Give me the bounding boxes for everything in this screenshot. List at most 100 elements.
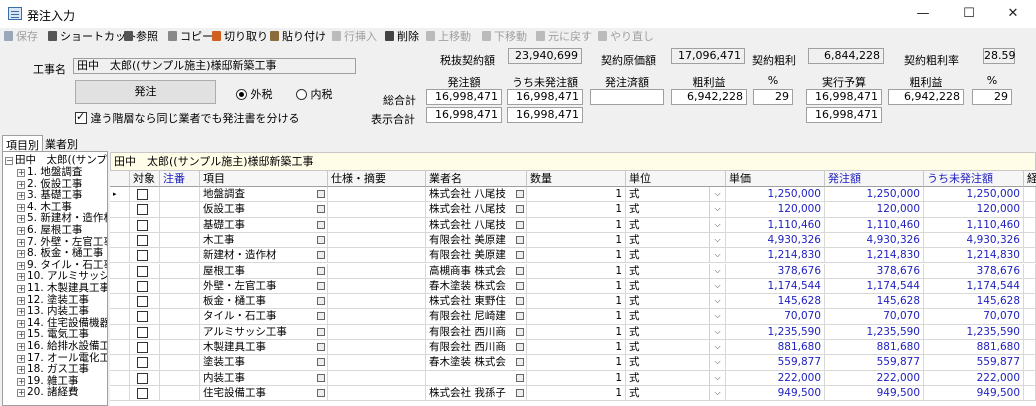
vendor-picker-icon[interactable] [516, 235, 524, 244]
target-checkbox[interactable] [137, 311, 148, 323]
vendor-cell[interactable] [426, 370, 527, 385]
unordered-cell[interactable]: 1,250,000 [924, 187, 1024, 202]
spec-cell[interactable] [328, 355, 426, 370]
item-cell[interactable]: 新建材・造作材 [200, 248, 328, 263]
spec-cell[interactable] [328, 385, 426, 401]
expand-icon[interactable]: + [17, 389, 25, 398]
target-cell[interactable] [130, 202, 160, 217]
table-row[interactable]: 木工事 有限会社 美原建 1 式 ⌵ 4,930,326 4,930,326 4,930,32… [110, 232, 1036, 249]
order-button[interactable]: 発注 [75, 80, 216, 104]
row-selector[interactable]: ▸ [110, 187, 130, 202]
price-cell[interactable]: 222,000 [726, 370, 825, 385]
table-row[interactable]: 塗装工事 春木塗装 株式会 1 式 ⌵ 559,877 559,877 559,877 [110, 355, 1036, 371]
col-extra[interactable]: 経 [1024, 171, 1036, 187]
qty-cell[interactable]: 1 [527, 340, 626, 355]
unit-cell[interactable]: 式 ⌵ [626, 202, 726, 217]
close-button[interactable]: ✕ [990, 0, 1036, 28]
table-row[interactable]: 住宅設備工事 株式会社 我孫子 1 式 ⌵ 949,500 949,500 949,500 [110, 385, 1036, 402]
tree-item[interactable]: +19. 雑工事 [17, 375, 79, 387]
target-checkbox[interactable] [137, 326, 148, 338]
table-row[interactable]: 仮設工事 株式会社 八尾技 1 式 ⌵ 120,000 120,000 120,000 [110, 202, 1036, 218]
tree-item[interactable]: +12. 塗装工事 [17, 294, 89, 306]
vendor-cell[interactable]: 有限会社 尼崎建 [426, 309, 527, 324]
category-tree[interactable]: − 田中 太郎((サンプ +1. 地盤調査 +2. 仮設工事 +3. 基礎工事 +4. … [2, 151, 108, 406]
target-cell[interactable] [130, 355, 160, 370]
table-row[interactable]: 屋根工事 高槻商事 株式会 1 式 ⌵ 378,676 378,676 378,676 [110, 263, 1036, 279]
item-cell[interactable]: 外壁・左官工事 [200, 278, 328, 294]
col-unit[interactable]: 単位 [626, 171, 726, 187]
price-cell[interactable]: 1,250,000 [726, 187, 825, 202]
expand-icon[interactable]: + [17, 238, 25, 247]
amount-cell[interactable]: 378,676 [825, 263, 924, 278]
qty-cell[interactable]: 1 [527, 309, 626, 324]
item-picker-icon[interactable] [317, 343, 325, 351]
tree-item[interactable]: +9. タイル・石工事 [17, 259, 107, 271]
vendor-picker-icon[interactable] [516, 251, 524, 260]
chevron-down-icon[interactable]: ⌵ [709, 340, 725, 355]
vendor-cell[interactable]: 有限会社 西川商 [426, 340, 527, 355]
tax-incl-radio[interactable]: 内税 [296, 86, 333, 102]
qty-cell[interactable]: 1 [527, 263, 626, 278]
insert-row-button[interactable]: 行挿入 [332, 30, 377, 44]
maximize-button[interactable]: ☐ [946, 0, 992, 28]
target-cell[interactable] [130, 187, 160, 202]
tree-item[interactable]: +20. 諸経費 [17, 386, 79, 398]
vendor-picker-icon[interactable] [516, 297, 524, 306]
item-picker-icon[interactable] [317, 358, 325, 367]
unit-cell[interactable]: 式 ⌵ [626, 294, 726, 309]
vendor-cell[interactable]: 有限会社 西川商 [426, 324, 527, 339]
table-row[interactable]: 木製建具工事 有限会社 西川商 1 式 ⌵ 881,680 881,680 881,680 [110, 340, 1036, 356]
vendor-picker-icon[interactable] [516, 388, 524, 397]
vendor-picker-icon[interactable] [516, 343, 524, 351]
item-cell[interactable]: 仮設工事 [200, 202, 328, 217]
chevron-down-icon[interactable]: ⌵ [709, 263, 725, 278]
vendor-cell[interactable]: 株式会社 八尾技 [426, 217, 527, 232]
price-cell[interactable]: 949,500 [726, 385, 825, 401]
target-checkbox[interactable] [137, 250, 148, 262]
row-selector[interactable] [110, 202, 130, 217]
amount-cell[interactable]: 222,000 [825, 370, 924, 385]
expand-icon[interactable]: + [17, 319, 25, 328]
item-cell[interactable]: 塗装工事 [200, 355, 328, 370]
spec-cell[interactable] [328, 309, 426, 324]
order-no-cell[interactable] [160, 187, 200, 202]
unordered-cell[interactable]: 881,680 [924, 340, 1024, 355]
spec-cell[interactable] [328, 248, 426, 263]
vendor-cell[interactable]: 春木塗装 株式会 [426, 278, 527, 294]
spec-cell[interactable] [328, 340, 426, 355]
target-checkbox[interactable] [137, 342, 148, 353]
spec-cell[interactable] [328, 324, 426, 339]
item-picker-icon[interactable] [317, 251, 325, 260]
amount-cell[interactable]: 559,877 [825, 355, 924, 370]
item-picker-icon[interactable] [317, 388, 325, 397]
expand-icon[interactable]: + [17, 273, 25, 282]
tree-item[interactable]: +3. 基礎工事 [17, 189, 82, 201]
vendor-picker-icon[interactable] [516, 190, 524, 198]
spec-cell[interactable] [328, 278, 426, 294]
col-price[interactable]: 単価 [726, 171, 825, 187]
amount-cell[interactable]: 1,250,000 [825, 187, 924, 202]
qty-cell[interactable]: 1 [527, 385, 626, 401]
unordered-cell[interactable]: 1,214,830 [924, 248, 1024, 263]
tree-item[interactable]: +2. 仮設工事 [17, 178, 82, 190]
item-cell[interactable]: 地盤調査 [200, 187, 328, 202]
expand-icon[interactable]: + [17, 192, 25, 201]
expand-icon[interactable]: + [17, 261, 25, 270]
item-picker-icon[interactable] [317, 235, 325, 244]
split-order-checkbox[interactable]: 違う階層なら同じ業者でも発注書を分ける [75, 110, 300, 126]
copy-button[interactable]: コピー [168, 30, 213, 44]
vendor-picker-icon[interactable] [516, 312, 524, 321]
expand-icon[interactable]: + [17, 203, 25, 212]
vendor-cell[interactable]: 有限会社 美原建 [426, 248, 527, 263]
unordered-cell[interactable]: 70,070 [924, 309, 1024, 324]
item-cell[interactable]: タイル・石工事 [200, 309, 328, 324]
tree-item[interactable]: +8. 板金・樋工事 [17, 247, 103, 259]
order-no-cell[interactable] [160, 324, 200, 339]
target-checkbox[interactable] [137, 234, 148, 246]
expand-icon[interactable]: + [17, 331, 25, 340]
expand-icon[interactable]: + [17, 215, 25, 224]
expand-icon[interactable]: + [17, 377, 25, 386]
unit-cell[interactable]: 式 ⌵ [626, 217, 726, 232]
order-no-cell[interactable] [160, 385, 200, 401]
undo-button[interactable]: 元に戻す [536, 30, 592, 44]
